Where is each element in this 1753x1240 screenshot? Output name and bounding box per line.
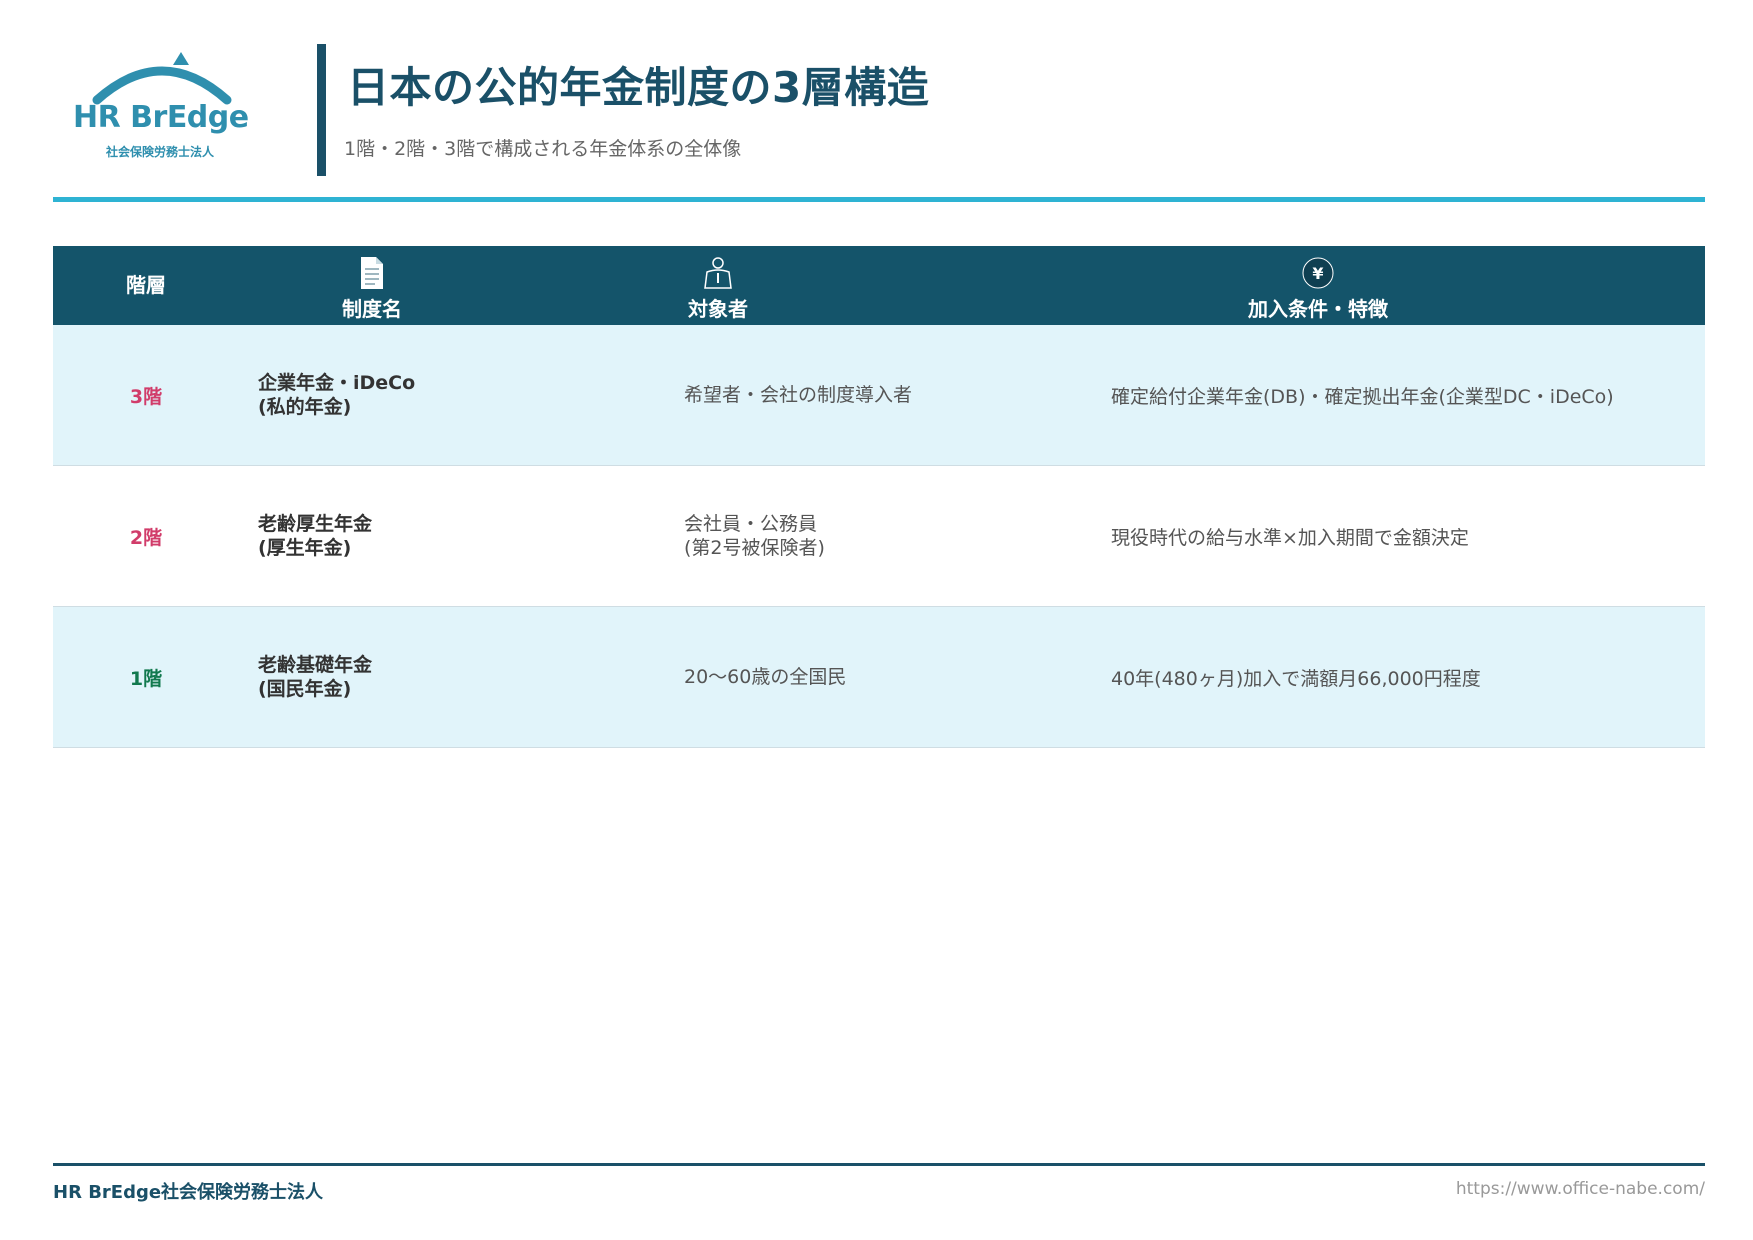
svg-text:¥: ¥ [1312,264,1323,283]
layer-label: 2階 [129,526,163,549]
layer-label: 1階 [129,667,163,690]
page-subtitle: 1階・2階・3階で構成される年金体系の全体像 [344,138,742,160]
document-icon [361,257,383,289]
system-name: 企業年金・iDeCo (私的年金) [258,372,416,418]
layer-label: 3階 [129,385,163,408]
feature-text: 確定給付企業年金(DB)・確定拠出年金(企業型DC・iDeCo) [1111,385,1614,408]
page-header: HR BrEdge 社会保険労務士法人 日本の公的年金制度の3層構造 1階・2階… [53,40,1705,198]
feature-text: 現役時代の給与水準×加入期間で金額決定 [1111,526,1469,549]
header-feature: ¥ 加入条件・特徴 [931,246,1705,325]
header-name: 制度名 [239,246,505,325]
system-name: 老齢基礎年金 (国民年金) [258,654,373,700]
system-name: 老齢厚生年金 (厚生年金) [258,513,373,559]
title-accent-bar [317,44,326,176]
company-logo: HR BrEdge 社会保険労務士法人 [67,48,257,159]
page-title: 日本の公的年金制度の3層構造 [347,63,930,112]
header-layer: 階層 [126,273,166,297]
yen-icon: ¥ [1302,257,1334,289]
header-divider [53,197,1705,202]
pension-table: 階層 制度名 対象者 ¥ 加入条件・特徴 3階 企業年金・iDeCo (私的年金… [53,246,1705,748]
target-people: 希望者・会社の制度導入者 [684,384,913,406]
feature-text: 40年(480ヶ月)加入で満額月66,000円程度 [1111,667,1481,690]
person-icon [704,257,732,289]
header-target: 対象者 [505,246,931,325]
logo-arch-icon [92,52,232,105]
table-row: 1階 老齢基礎年金 (国民年金) 20〜60歳の全国民 40年(480ヶ月)加入… [53,607,1705,748]
table-row: 2階 老齢厚生年金 (厚生年金) 会社員・公務員 (第2号被保険者) 現役時代の… [53,466,1705,607]
table-header: 階層 制度名 対象者 ¥ 加入条件・特徴 [53,246,1705,325]
footer-url[interactable]: https://www.office-nabe.com/ [1456,1179,1705,1199]
target-people: 20〜60歳の全国民 [684,666,847,688]
target-people: 会社員・公務員 (第2号被保険者) [684,513,825,559]
table-row: 3階 企業年金・iDeCo (私的年金) 希望者・会社の制度導入者 確定給付企業… [53,325,1705,466]
logo-name: HR BrEdge [73,100,249,135]
footer-org: HR BrEdge社会保険労務士法人 [53,1182,324,1203]
footer-divider [53,1163,1705,1166]
logo-subtitle: 社会保険労務士法人 [106,145,215,159]
